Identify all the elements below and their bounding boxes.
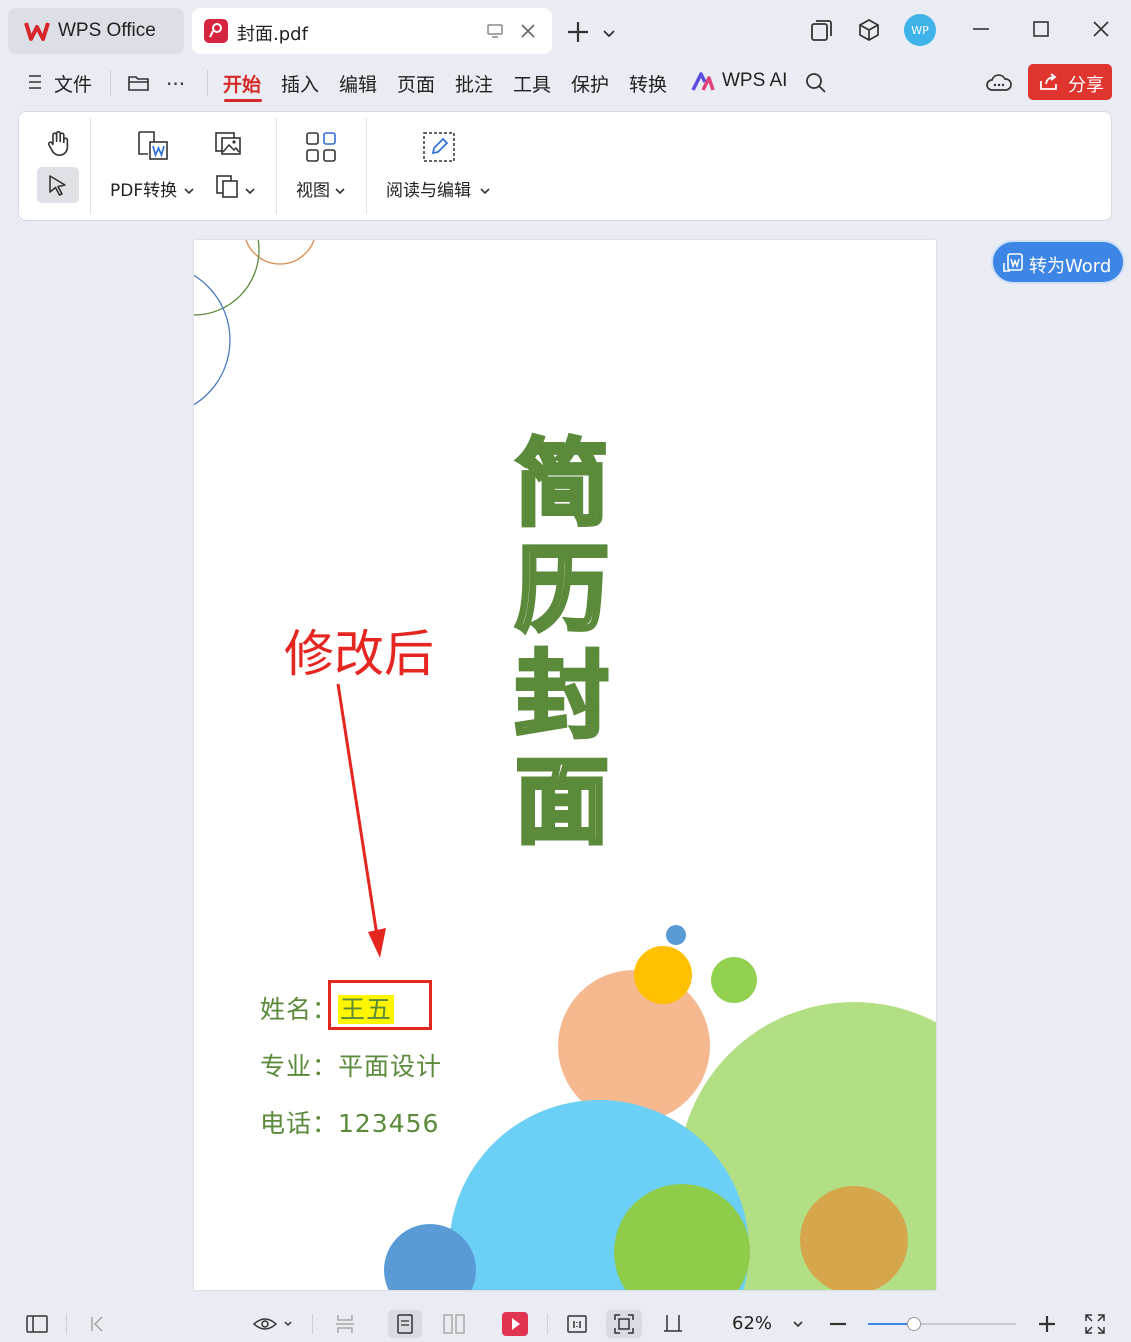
cursor-icon xyxy=(46,173,70,201)
annotation-text: 修改后 xyxy=(284,625,434,683)
view-label[interactable]: 视图 xyxy=(296,176,330,201)
share-icon xyxy=(1038,72,1060,97)
divider xyxy=(110,70,111,96)
menu-page[interactable]: 页面 xyxy=(397,70,435,97)
monitor-icon[interactable] xyxy=(486,22,504,44)
cloud-icon[interactable] xyxy=(985,71,1013,99)
play-icon[interactable] xyxy=(500,1310,530,1338)
maximize-icon[interactable] xyxy=(1030,18,1052,44)
menu-file[interactable]: 文件 xyxy=(54,70,92,97)
convert-to-word-button[interactable]: 转为Word xyxy=(991,240,1125,284)
wps-ai-icon xyxy=(691,72,715,96)
divider xyxy=(66,1314,67,1334)
menu-wps-ai[interactable]: WPS AI xyxy=(722,70,787,92)
zoom-in-icon[interactable] xyxy=(1036,1310,1058,1338)
first-page-icon[interactable] xyxy=(86,1310,108,1338)
title-char-4: 面 xyxy=(513,746,611,859)
menu-convert[interactable]: 转换 xyxy=(629,70,667,97)
chevron-down-icon[interactable] xyxy=(602,25,616,44)
home-tab[interactable]: WPS Office xyxy=(8,8,184,54)
pdf-page: 简 历 封 面 修改后 姓名：王五 专业：平面设计 电话：123456 xyxy=(194,240,936,1290)
active-tab-underline xyxy=(224,99,262,102)
close-tab-icon[interactable] xyxy=(519,22,537,44)
annotation-arrow xyxy=(336,683,386,958)
pdf-to-image-icon[interactable] xyxy=(214,131,242,161)
zoom-slider-track[interactable] xyxy=(868,1317,1016,1331)
actual-size-icon[interactable] xyxy=(564,1310,590,1338)
more-icon[interactable]: ··· xyxy=(166,72,185,96)
chevron-down-icon[interactable] xyxy=(790,1310,806,1338)
two-page-icon[interactable] xyxy=(440,1310,468,1338)
new-tab-icon[interactable] xyxy=(566,20,590,48)
ribbon-divider xyxy=(276,118,277,214)
chevron-down-icon[interactable] xyxy=(183,181,195,200)
close-window-icon[interactable] xyxy=(1090,18,1112,44)
zoom-out-icon[interactable] xyxy=(827,1310,849,1338)
divider xyxy=(312,1314,313,1334)
pdf-convert-label[interactable]: PDF转换 xyxy=(110,176,177,201)
window-icon[interactable] xyxy=(808,18,834,48)
chevron-down-icon[interactable] xyxy=(334,181,346,200)
annotation-highlight-box xyxy=(328,980,432,1030)
pdf-icon xyxy=(204,19,228,43)
divider xyxy=(547,1314,548,1334)
convert-to-word-label: 转为Word xyxy=(1029,256,1112,277)
chevron-down-icon[interactable] xyxy=(479,181,491,200)
select-tool-button[interactable] xyxy=(37,167,79,203)
fit-width-icon[interactable] xyxy=(660,1310,686,1338)
menu-edit[interactable]: 编辑 xyxy=(339,70,377,97)
sidebar-toggle-icon[interactable] xyxy=(24,1310,50,1338)
menu-tools[interactable]: 工具 xyxy=(513,70,551,97)
copy-pages-icon[interactable] xyxy=(214,173,242,203)
cube-icon[interactable] xyxy=(856,17,882,47)
doc-tab[interactable]: 封面.pdf xyxy=(192,8,552,54)
view-grid-icon[interactable] xyxy=(304,130,338,168)
share-button[interactable]: 分享 xyxy=(1028,64,1112,100)
avatar[interactable]: WP xyxy=(904,14,936,46)
menu-start[interactable]: 开始 xyxy=(223,70,261,97)
search-icon[interactable] xyxy=(804,71,828,99)
pdf-to-word-icon[interactable] xyxy=(136,130,170,166)
word-convert-icon xyxy=(1001,251,1025,280)
divider xyxy=(207,70,208,96)
hand-tool-icon[interactable] xyxy=(45,130,71,162)
name-label: 姓名： xyxy=(260,995,339,1024)
menu-insert[interactable]: 插入 xyxy=(281,70,319,97)
hamburger-icon[interactable] xyxy=(26,72,44,96)
major-row: 专业：平面设计 xyxy=(260,1052,443,1081)
chevron-down-icon[interactable] xyxy=(244,181,256,200)
phone-row: 电话：123456 xyxy=(260,1109,440,1138)
ribbon-divider xyxy=(90,118,91,214)
continuous-scroll-icon[interactable] xyxy=(332,1310,358,1338)
zoom-level[interactable]: 62% xyxy=(732,1313,772,1334)
eye-view-icon[interactable] xyxy=(250,1310,296,1338)
wps-logo-icon xyxy=(24,20,50,46)
fit-page-icon[interactable] xyxy=(606,1310,642,1338)
zoom-slider-handle[interactable] xyxy=(906,1317,921,1331)
menu-protect[interactable]: 保护 xyxy=(571,70,609,97)
single-page-icon[interactable] xyxy=(388,1310,422,1338)
menu-annotate[interactable]: 批注 xyxy=(455,70,493,97)
doc-tab-label: 封面.pdf xyxy=(237,24,308,45)
open-folder-icon[interactable] xyxy=(127,72,151,98)
share-label: 分享 xyxy=(1068,75,1104,96)
ribbon-divider xyxy=(366,118,367,214)
fullscreen-icon[interactable] xyxy=(1082,1310,1108,1338)
read-edit-icon[interactable] xyxy=(421,130,457,168)
home-tab-label: WPS Office xyxy=(58,20,156,41)
minimize-icon[interactable] xyxy=(970,18,992,44)
read-edit-label[interactable]: 阅读与编辑 xyxy=(386,176,471,201)
ribbon-toolbar xyxy=(18,111,1112,221)
